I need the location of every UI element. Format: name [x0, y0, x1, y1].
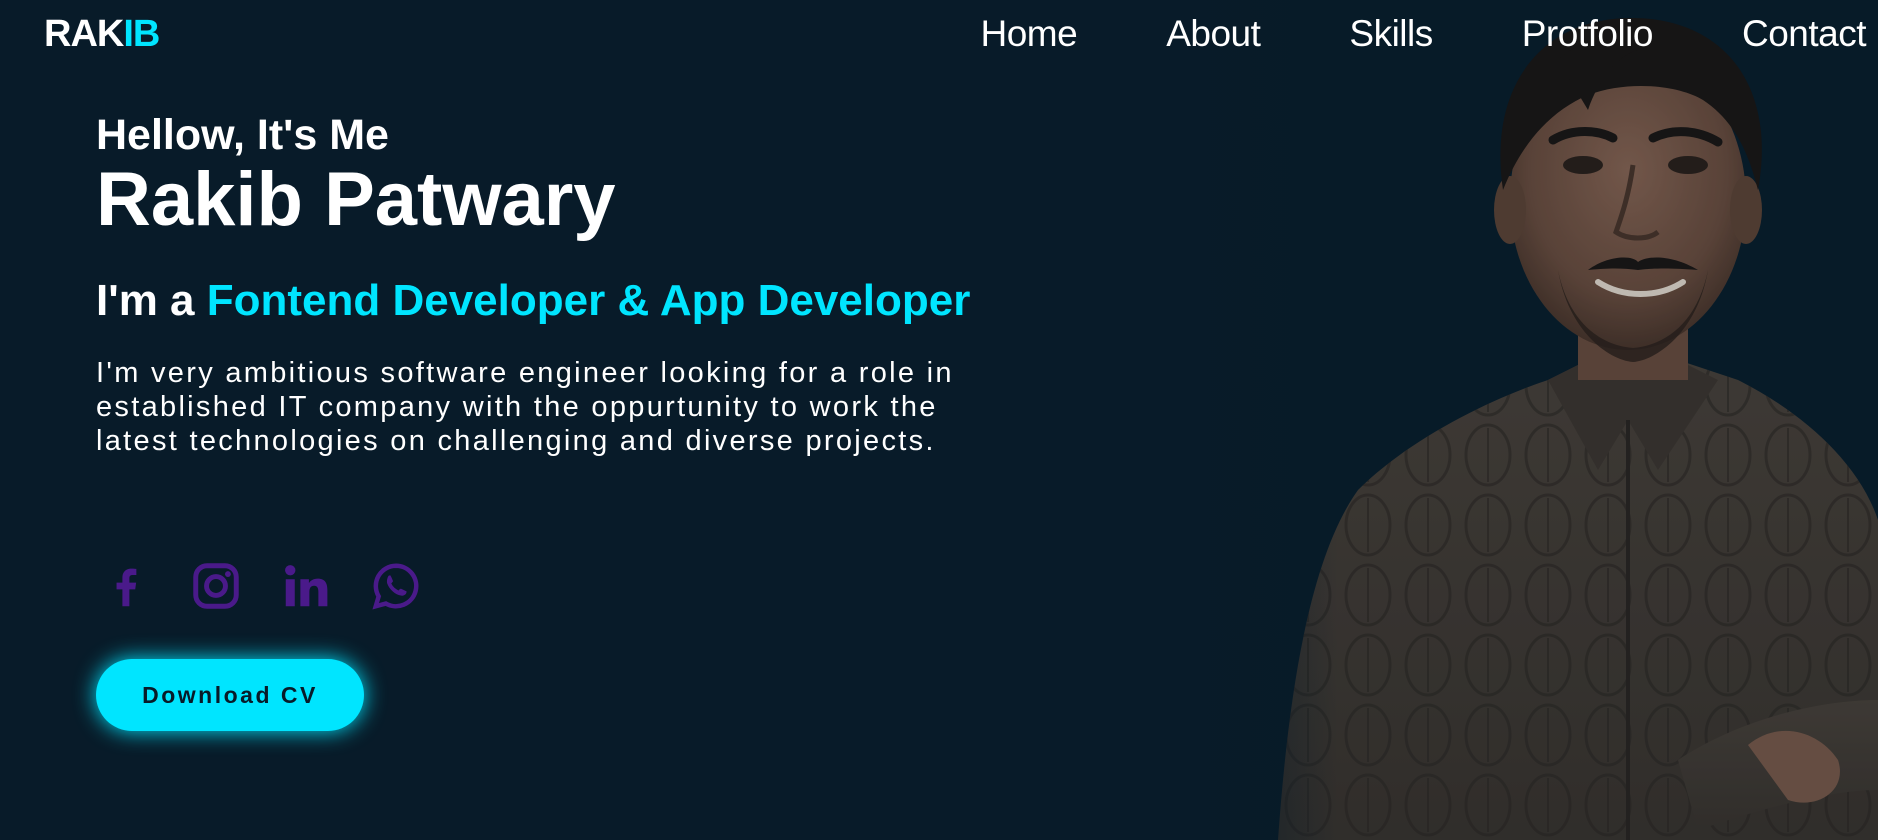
role-highlight: Fontend Developer & App Developer [206, 276, 971, 325]
nav-link-about[interactable]: About [1166, 13, 1261, 55]
profile-photo [1158, 0, 1878, 840]
nav-link-contact[interactable]: Contact [1742, 13, 1867, 55]
greeting: Hellow, It's Me [96, 111, 389, 159]
site-header: RAKIB Home About Skills Protfolio Contac… [0, 0, 1878, 68]
hero-name: Rakib Patwary [96, 157, 616, 242]
whatsapp-link[interactable] [366, 556, 426, 616]
facebook-icon [116, 568, 137, 607]
instagram-link[interactable] [186, 556, 246, 616]
download-cv-button[interactable]: Download CV [96, 659, 364, 731]
hero-section: Hellow, It's Me Rakib Patwary I'm a Font… [96, 110, 996, 458]
linkedin-link[interactable] [276, 556, 336, 616]
social-links [96, 556, 456, 616]
whatsapp-icon [372, 563, 419, 610]
nav-link-skills[interactable]: Skills [1349, 13, 1433, 55]
hero-bio: I'm very ambitious software engineer loo… [96, 357, 954, 457]
hero-role: I'm a Fontend Developer & App Developer [96, 276, 996, 326]
nav-link-portfolio[interactable]: Protfolio [1522, 13, 1654, 55]
role-prefix: I'm a [96, 276, 207, 325]
facebook-link[interactable] [96, 556, 156, 616]
linkedin-icon [285, 565, 328, 607]
portfolio-page: RAKIB Home About Skills Protfolio Contac… [0, 0, 1878, 840]
main-nav: Home About Skills Protfolio Contact [892, 13, 1867, 55]
logo-part-accent: IB [123, 12, 160, 55]
logo[interactable]: RAKIB [44, 12, 160, 56]
instagram-icon [193, 563, 239, 609]
nav-link-home[interactable]: Home [981, 13, 1078, 55]
logo-part-white: RAK [44, 12, 124, 55]
